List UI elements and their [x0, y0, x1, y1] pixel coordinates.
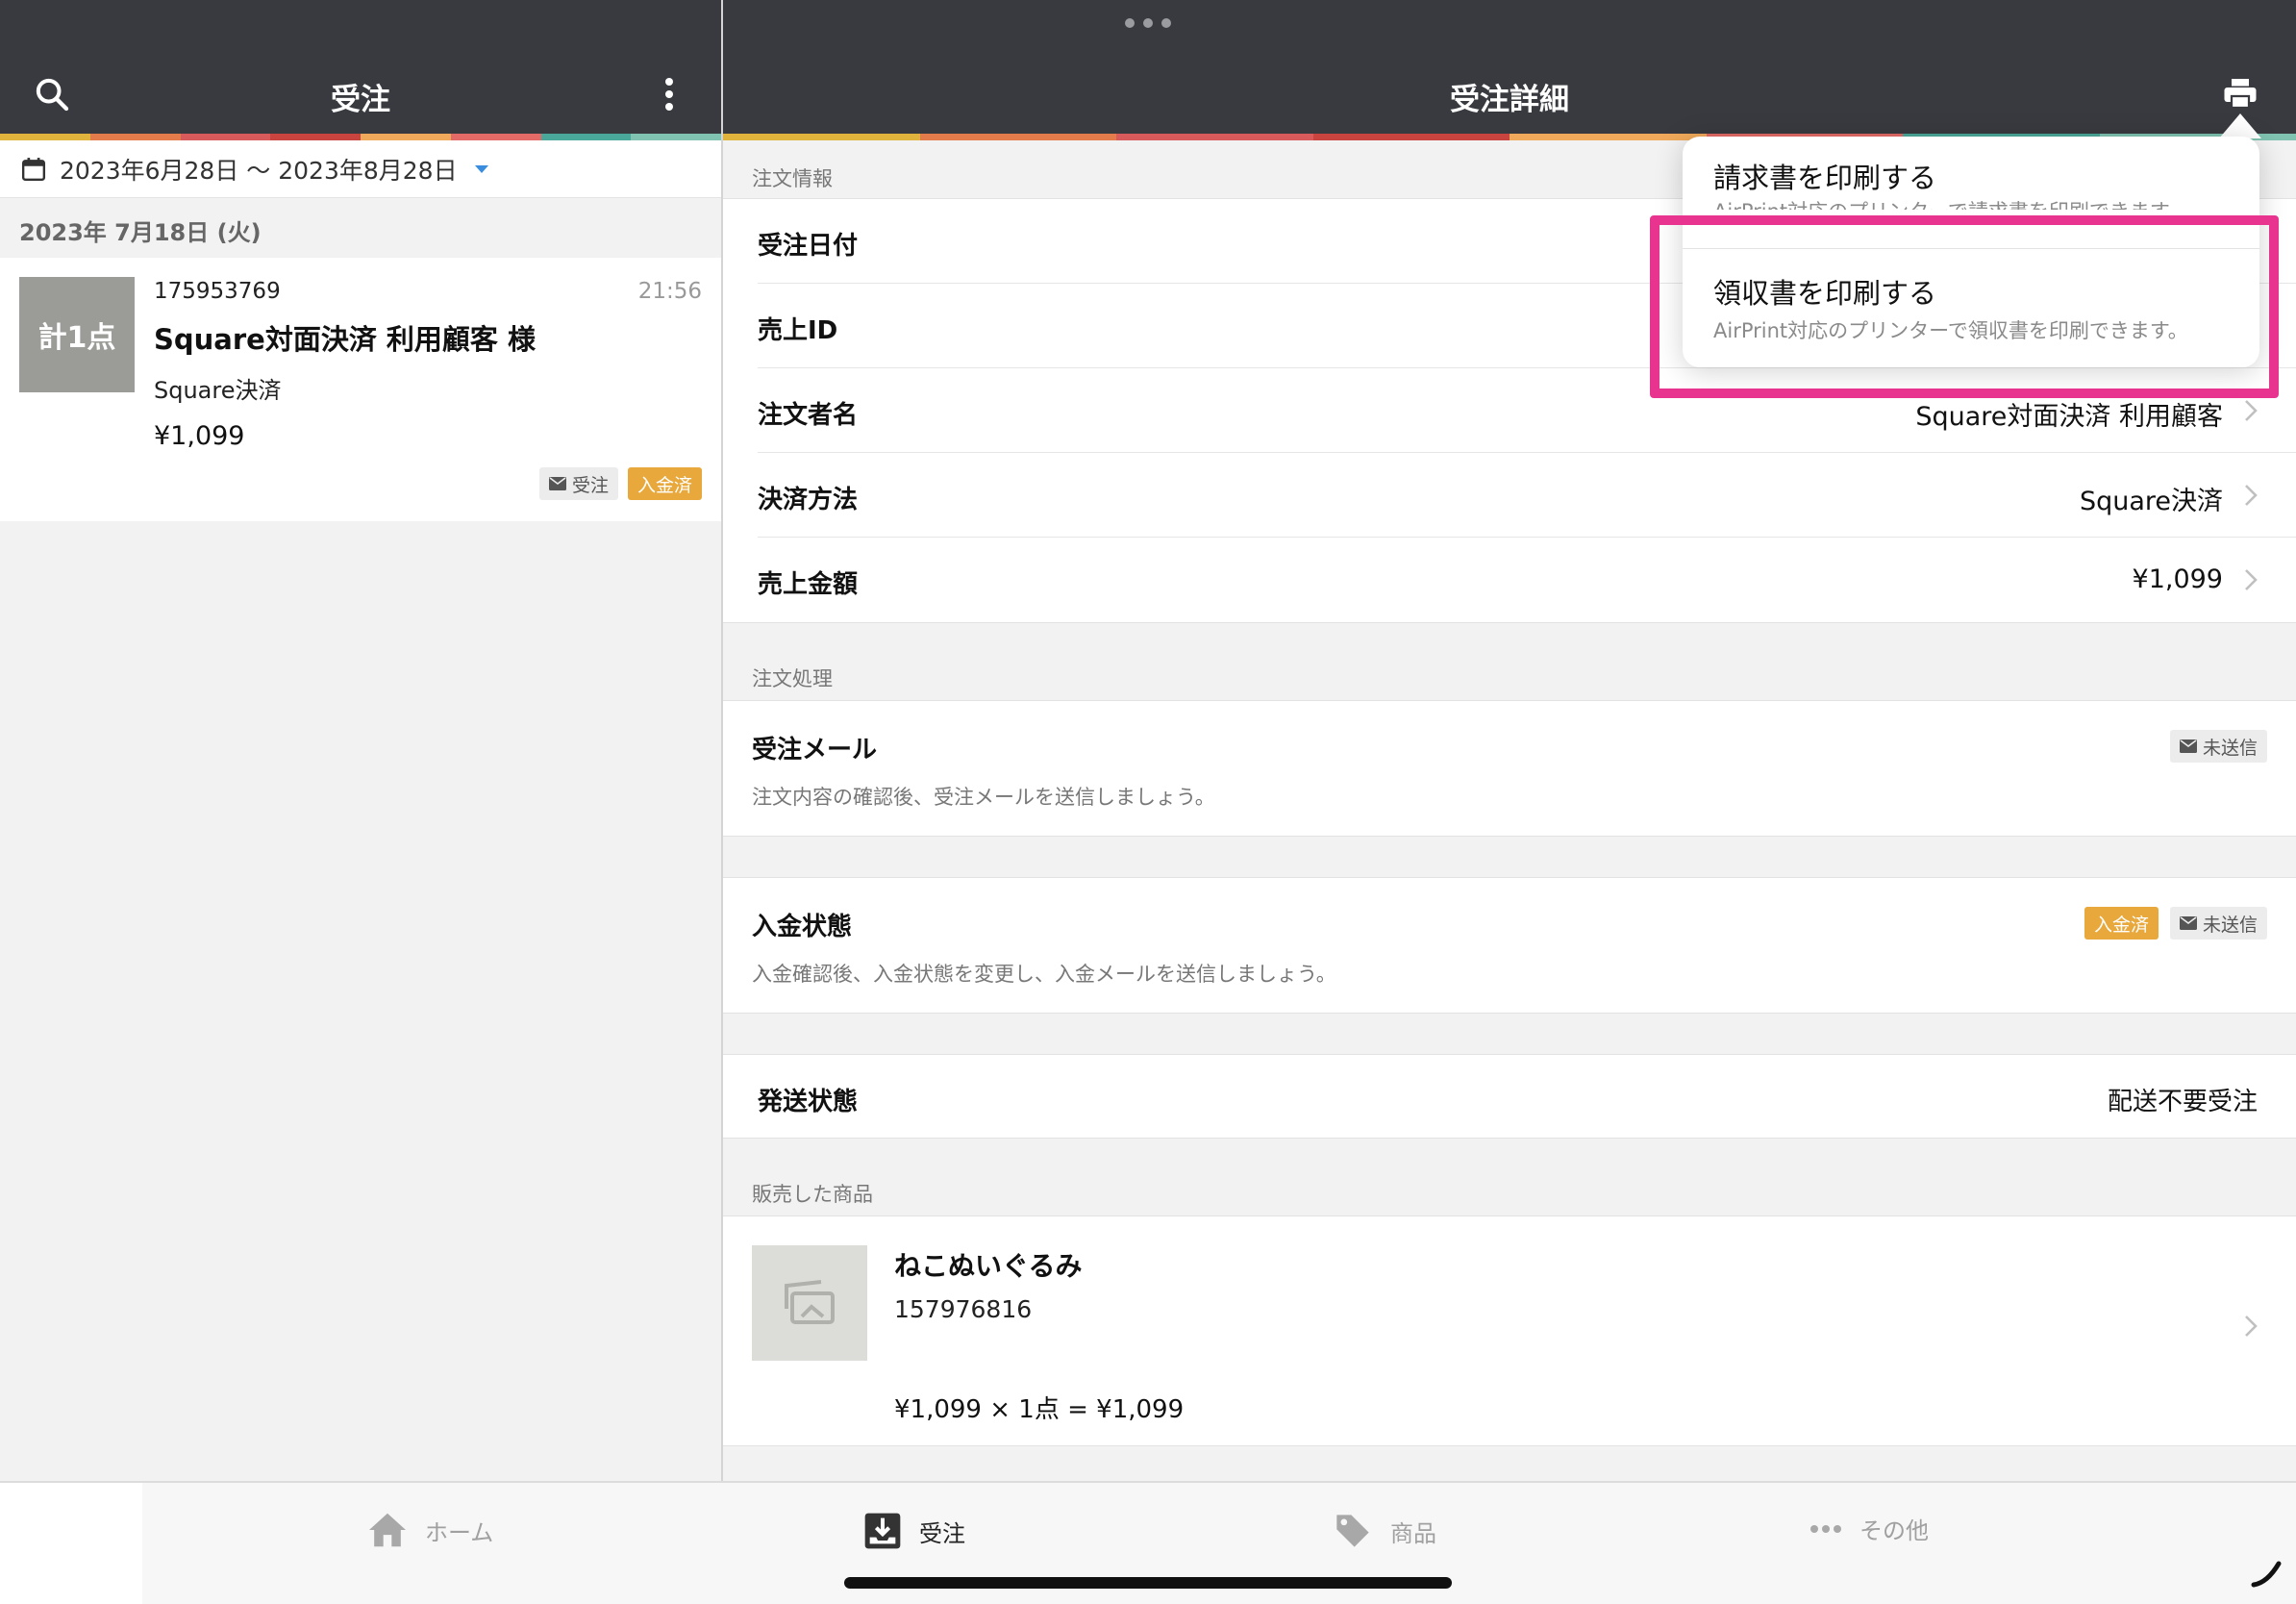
print-invoice-desc: AirPrint対応のプリンターで請求書を印刷できます。 [1713, 196, 2188, 210]
shipping-status-value: 配送不要受注 [2107, 1088, 2258, 1116]
orders-list-pane: 2023年6月28日 〜 2023年8月28日 2023年 7月18日 (火) … [0, 140, 721, 1481]
home-indicator[interactable] [844, 1577, 1452, 1589]
order-time: 21:56 [637, 279, 702, 304]
date-range-text: 2023年6月28日 〜 2023年8月28日 [60, 156, 458, 185]
payment-status-title: 入金状態 [752, 913, 853, 941]
tab-orders[interactable]: 受注 [863, 1512, 965, 1550]
order-number: 175953769 [154, 279, 281, 304]
mail-icon [2179, 916, 2197, 930]
highlight-box [1650, 215, 2279, 398]
multitasking-dots-icon[interactable] [1125, 13, 1171, 33]
inbox-download-icon [864, 1513, 901, 1549]
more-horizontal-icon [1810, 1524, 1841, 1533]
home-icon [369, 1513, 406, 1547]
paid-badge: 入金済 [2084, 907, 2159, 940]
order-mail-title: 受注メール [752, 736, 878, 764]
pencil-icon[interactable] [2250, 1560, 2283, 1589]
tab-products[interactable]: 商品 [1333, 1512, 1436, 1550]
tab-home[interactable]: ホーム [367, 1512, 493, 1548]
order-mail-desc: 注文内容の確認後、受注メールを送信しましょう。 [752, 786, 1215, 809]
payment-method: Square決済 [154, 377, 282, 404]
chevron-right-icon [2245, 1316, 2258, 1337]
order-detail-header-bar: 受注詳細 [723, 0, 2296, 140]
popover-arrow [2219, 113, 2261, 138]
date-range-selector[interactable]: 2023年6月28日 〜 2023年8月28日 [0, 140, 721, 198]
order-thumbnail: 計1点 [19, 277, 135, 392]
section-order-info: 注文情報 [752, 167, 833, 190]
image-placeholder-icon [785, 1280, 835, 1324]
shipping-status-label: 発送状態 [758, 1088, 859, 1116]
order-mail-status-badge: 未送信 [2169, 730, 2267, 763]
row-payment-method[interactable]: 決済方法 Square決済 [758, 453, 2296, 538]
product-item[interactable]: ねこぬいぐるみ 157976816 ¥1,099 × 1点 = ¥1,099 [723, 1216, 2296, 1446]
order-mail-block[interactable]: 受注メール 注文内容の確認後、受注メールを送信しましょう。 未送信 [723, 700, 2296, 837]
printer-icon[interactable] [2223, 77, 2258, 113]
chevron-down-icon [474, 164, 488, 173]
customer-name: Square対面決済 利用顧客 様 [154, 323, 537, 356]
orders-header-bar: 受注 [0, 0, 721, 140]
tag-icon [1336, 1515, 1369, 1547]
order-price: ¥1,099 [154, 421, 245, 451]
paid-badge: 入金済 [627, 467, 702, 500]
order-item-count: 計1点 [37, 321, 116, 355]
order-list-item[interactable]: 計1点 175953769 21:56 Square対面決済 利用顧客 様 Sq… [0, 258, 721, 521]
row-sales-amount[interactable]: 売上金額 ¥1,099 [758, 538, 2296, 622]
shipping-status-row[interactable]: 発送状態 配送不要受注 [723, 1054, 2296, 1139]
mail-icon [2179, 739, 2197, 753]
app-root: 受注 受注詳細 2023年6月28日 〜 2023年8月28日 2023年 7月… [0, 0, 2296, 1604]
order-mail-badge: 受注 [538, 467, 618, 500]
print-invoice-title: 請求書を印刷する [1713, 162, 1937, 194]
product-subtotal: ¥1,099 × 1点 = ¥1,099 [894, 1395, 1185, 1424]
day-header: 2023年 7月18日 (火) [19, 219, 262, 246]
calendar-icon [21, 157, 46, 181]
payment-mail-status-badge: 未送信 [2169, 907, 2267, 940]
order-badges: 受注 入金済 [538, 467, 702, 500]
orders-title: 受注 [331, 83, 390, 117]
product-thumbnail [752, 1245, 867, 1361]
product-name: ねこぬいぐるみ [894, 1250, 1083, 1282]
chevron-right-icon [2245, 569, 2258, 590]
product-id: 157976816 [894, 1295, 1033, 1323]
tab-other[interactable]: その他 [1809, 1512, 1929, 1545]
mail-icon [548, 477, 566, 490]
section-processing: 注文処理 [752, 667, 833, 690]
corner-blank [0, 1483, 142, 1604]
order-detail-title: 受注詳細 [1450, 83, 1569, 117]
payment-status-desc: 入金確認後、入金状態を変更し、入金メールを送信しましょう。 [752, 963, 1336, 986]
more-vertical-icon[interactable] [654, 77, 685, 115]
payment-status-block[interactable]: 入金状態 入金確認後、入金状態を変更し、入金メールを送信しましょう。 入金済 未… [723, 877, 2296, 1014]
chevron-right-icon [2245, 400, 2258, 421]
chevron-right-icon [2245, 485, 2258, 506]
header-color-stripe [0, 134, 721, 140]
section-products: 販売した商品 [752, 1183, 873, 1206]
